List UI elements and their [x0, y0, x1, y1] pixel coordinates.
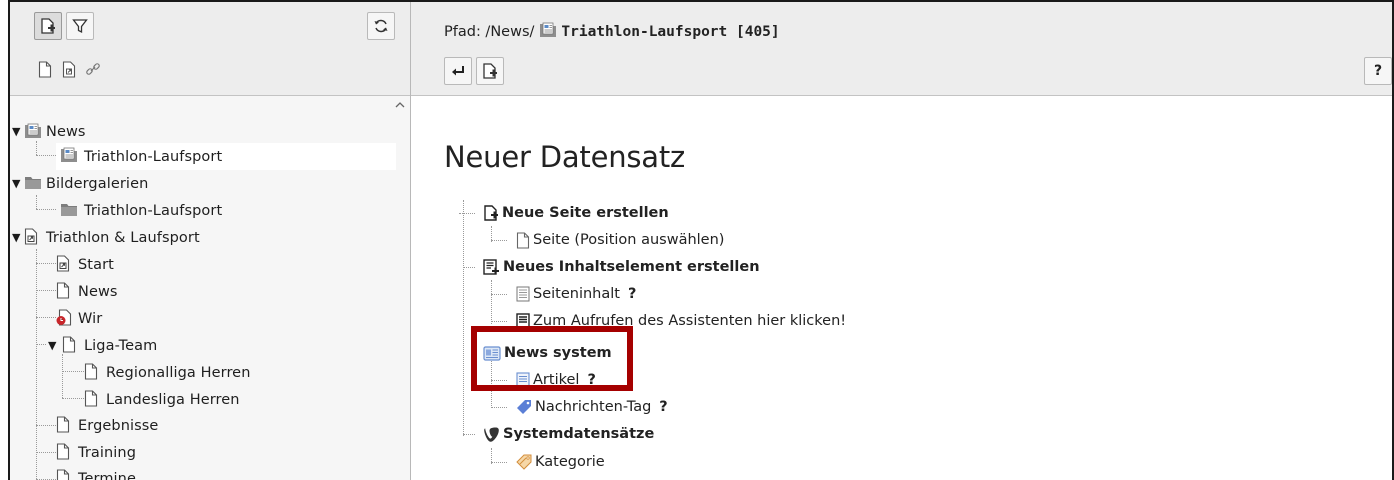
tree-item-label: Wir: [78, 310, 103, 327]
expand-toggle-icon[interactable]: ▼: [12, 125, 20, 138]
tree-item-label: Liga-Team: [84, 337, 158, 354]
news-folder-icon: [60, 147, 78, 167]
page-tree-toolbar: [10, 2, 410, 96]
tree-item-label: Bildergalerien: [46, 175, 149, 192]
seiteninhalt-link[interactable]: Seiteninhalt ?: [516, 281, 636, 307]
link-drag-icon[interactable]: [84, 60, 102, 78]
tree-item-label: Start: [78, 256, 114, 273]
filter-button[interactable]: [66, 12, 94, 40]
expand-toggle-icon[interactable]: ▼: [48, 339, 56, 352]
page-icon: [56, 469, 70, 480]
new-page-group: Neue Seite erstellen: [483, 200, 669, 226]
page-drag-icon[interactable]: [36, 60, 54, 78]
highlight-annotation: [471, 326, 633, 391]
page-new-icon: [484, 204, 498, 221]
system-records-group: Systemdatensätze: [483, 421, 654, 447]
page-new-icon: [483, 62, 497, 79]
window-frame: ▼ News Triathlon-Laufsport ▼ Bildergaler…: [8, 0, 1394, 480]
scroll-up-arrow-icon[interactable]: [391, 96, 409, 112]
typo3-logo-icon: [484, 427, 499, 442]
shortcut-page-icon: [24, 228, 38, 249]
group-label: Systemdatensätze: [503, 426, 655, 442]
nachrichten-tag-link[interactable]: Nachrichten-Tag ?: [516, 394, 668, 420]
page-icon: [84, 363, 98, 384]
page-heading: Neuer Datensatz: [444, 140, 686, 174]
tree-item-label: News: [46, 123, 86, 140]
return-arrow-icon: [452, 66, 464, 76]
shortcut-page-icon: [56, 255, 70, 276]
link-label: Seite (Position auswählen): [533, 232, 725, 248]
tree-item-label: Triathlon-Laufsport: [84, 148, 223, 165]
help-link[interactable]: ?: [659, 399, 667, 415]
page-icon: [56, 416, 70, 437]
folder-icon: [24, 175, 42, 195]
page-timed-icon: [56, 309, 72, 330]
content-panel: Pfad: /News/ Triathlon-Laufsport [405] ?…: [411, 2, 1392, 480]
path-prefix: Pfad: /News/: [444, 24, 535, 40]
kategorie-link[interactable]: Kategorie: [516, 449, 605, 475]
folder-icon: [60, 202, 78, 222]
expand-toggle-icon[interactable]: ▼: [12, 177, 20, 190]
link-label: Kategorie: [535, 454, 605, 470]
page-icon: [56, 282, 70, 303]
page-new-icon: [41, 17, 55, 34]
tree-item-label: Training: [78, 444, 137, 461]
page-tree-panel: ▼ News Triathlon-Laufsport ▼ Bildergaler…: [10, 2, 410, 480]
help-link[interactable]: ?: [628, 286, 636, 302]
tag-icon: [517, 400, 531, 414]
page-icon: [84, 390, 98, 411]
new-page-button[interactable]: [34, 12, 62, 40]
tree-item-label: News: [78, 283, 118, 300]
tree-item-label: Ergebnisse: [78, 417, 159, 434]
breadcrumb: Pfad: /News/ Triathlon-Laufsport [405]: [444, 22, 780, 42]
new-page-button[interactable]: [476, 57, 504, 85]
new-page-position-link[interactable]: Seite (Position auswählen): [516, 227, 724, 253]
page-icon: [62, 336, 76, 357]
tree-item-label: Landesliga Herren: [106, 391, 240, 408]
link-label: Nachrichten-Tag: [535, 399, 652, 415]
link-label: Seiteninhalt: [533, 286, 620, 302]
expand-toggle-icon[interactable]: ▼: [12, 231, 20, 244]
doc-header: Pfad: /News/ Triathlon-Laufsport [405] ?: [411, 2, 1392, 96]
refresh-icon: [374, 19, 388, 33]
category-icon: [516, 454, 532, 470]
help-button[interactable]: ?: [1364, 57, 1392, 85]
back-button[interactable]: [444, 57, 472, 85]
filter-icon: [72, 19, 88, 34]
content-text-icon: [516, 286, 530, 302]
main-content: Neuer Datensatz Neue Seite erstellen Sei…: [411, 96, 1392, 480]
refresh-button[interactable]: [367, 12, 395, 40]
content-new-icon: [483, 258, 499, 275]
new-content-group: Neues Inhaltselement erstellen: [483, 254, 760, 280]
tree-item-triathlon-laufsport-news[interactable]: Triathlon-Laufsport: [56, 143, 396, 170]
news-folder-icon: [24, 123, 42, 143]
news-folder-icon: [539, 22, 557, 42]
tree-item-label: Triathlon & Laufsport: [46, 229, 200, 246]
group-label: Neue Seite erstellen: [502, 205, 669, 221]
shortcut-page-drag-icon[interactable]: [60, 60, 78, 78]
tree-item-label: Regionalliga Herren: [106, 364, 251, 381]
group-label: Neues Inhaltselement erstellen: [503, 259, 760, 275]
page-title: Triathlon-Laufsport [405]: [561, 24, 780, 40]
tree-item-label: Termine: [78, 470, 136, 480]
tree-item-label: Triathlon-Laufsport: [84, 202, 223, 219]
page-icon: [56, 443, 70, 464]
page-icon: [516, 231, 530, 249]
